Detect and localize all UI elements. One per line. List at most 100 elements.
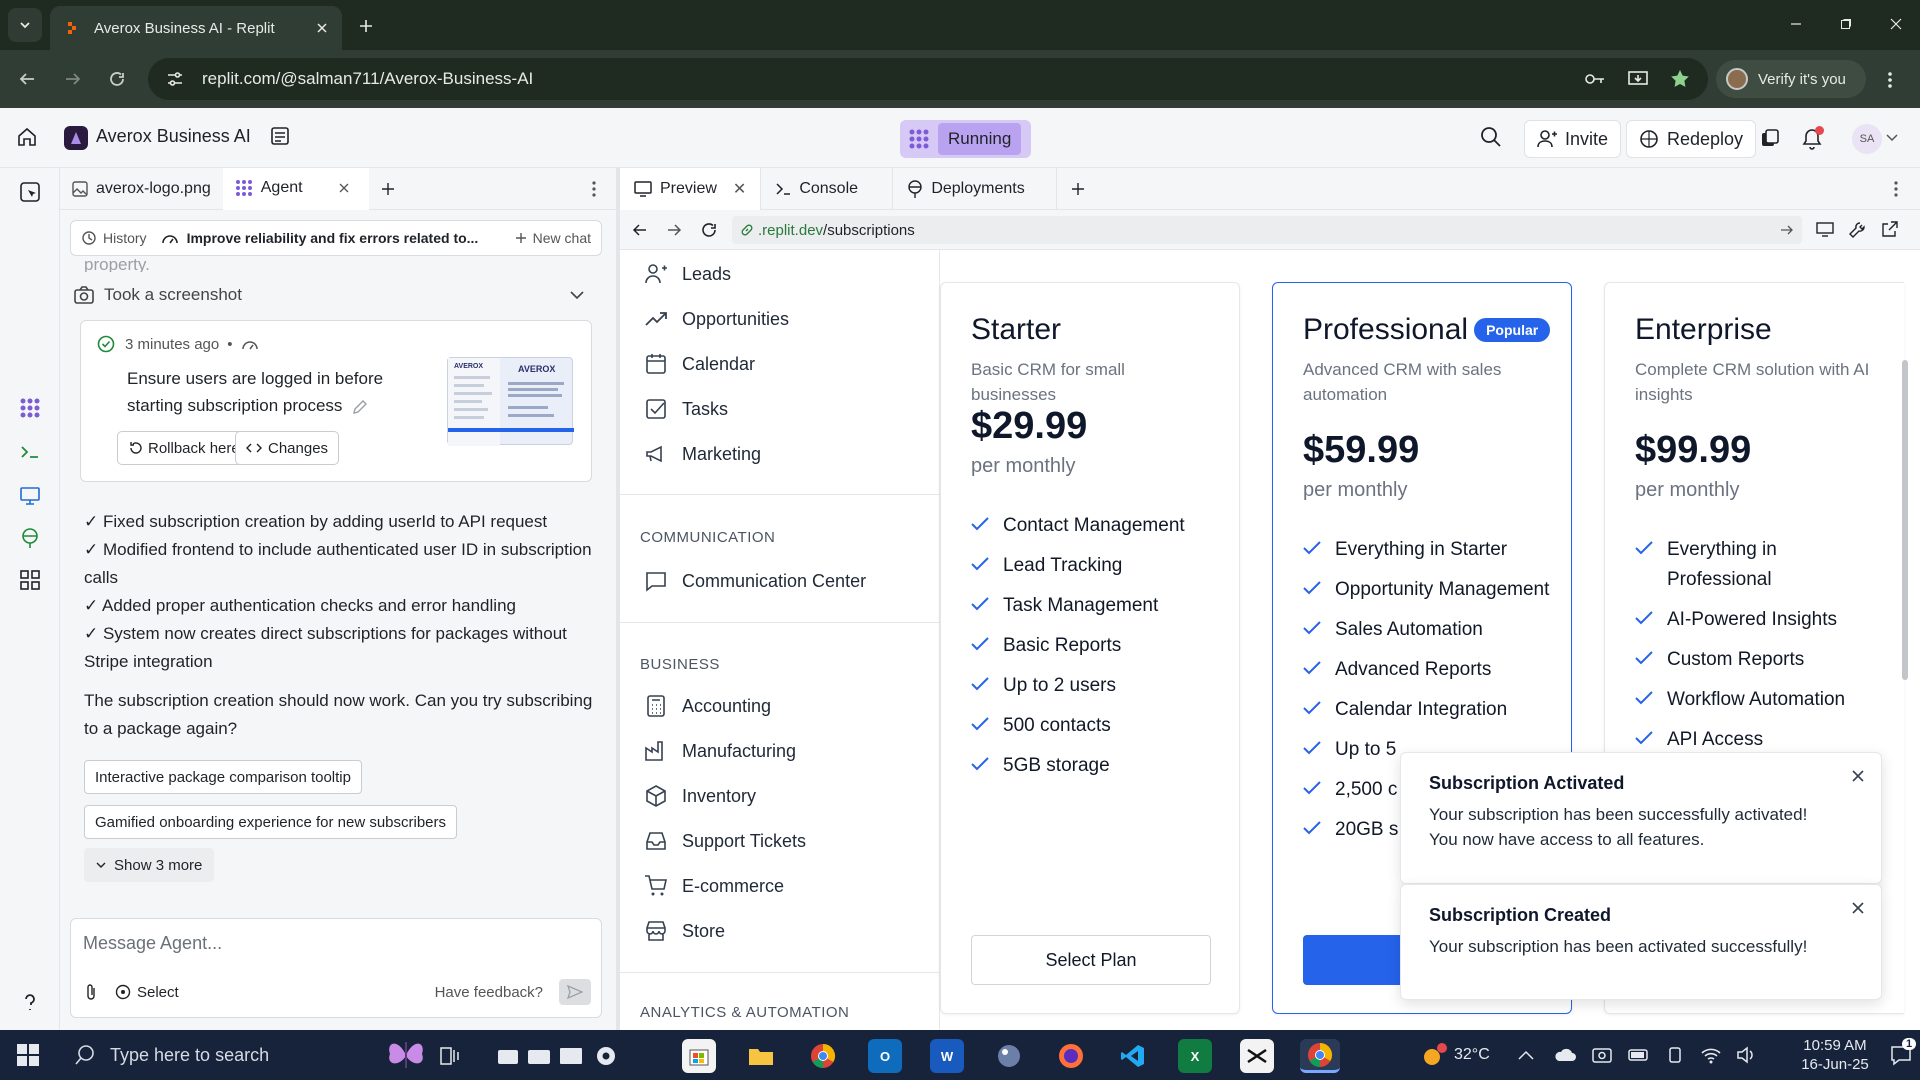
preview-tool[interactable]: [18, 484, 42, 508]
app-icon-sketch[interactable]: [992, 1039, 1026, 1073]
password-key-icon[interactable]: [1584, 71, 1606, 87]
tab-agent[interactable]: Agent: [222, 167, 369, 210]
install-app-icon[interactable]: [1628, 70, 1648, 88]
temperature[interactable]: 32°C: [1454, 1046, 1490, 1064]
screenshot-action[interactable]: Took a screenshot: [74, 280, 584, 310]
suggestion-chip[interactable]: Gamified onboarding experience for new s…: [84, 805, 458, 839]
suggestion-chip[interactable]: Interactive package comparison tooltip: [84, 760, 362, 794]
system-clock[interactable]: 10:59 AM 16-Jun-25: [1790, 1036, 1880, 1074]
nav-inventory[interactable]: Inventory: [644, 776, 756, 816]
nav-accounting[interactable]: Accounting: [644, 686, 771, 726]
nav-communication-center[interactable]: Communication Center: [644, 561, 866, 601]
forward-button[interactable]: [56, 62, 90, 96]
run-status-button[interactable]: Running: [900, 120, 1032, 158]
history-button[interactable]: History: [103, 230, 147, 246]
new-tab-button[interactable]: [352, 12, 380, 40]
capcut-app[interactable]: [1240, 1039, 1274, 1073]
reload-button[interactable]: [100, 62, 134, 96]
excel-app[interactable]: X: [1178, 1039, 1212, 1073]
search-button[interactable]: [1480, 126, 1502, 148]
deployments-tool[interactable]: [18, 526, 42, 550]
close-icon[interactable]: [316, 22, 328, 34]
nav-ecommerce[interactable]: E-commerce: [644, 866, 784, 906]
nav-manufacturing[interactable]: Manufacturing: [644, 731, 796, 771]
changes-button[interactable]: Changes: [235, 431, 340, 465]
bookmark-star-icon[interactable]: [1670, 69, 1690, 89]
screenshot-thumbnail[interactable]: AVEROX AVEROX: [447, 357, 574, 446]
preview-reload-button[interactable]: [700, 221, 718, 239]
browser-menu-button[interactable]: [1876, 66, 1904, 94]
file-tree-toggle[interactable]: [18, 180, 42, 204]
agent-tool[interactable]: [18, 396, 42, 420]
notifications-button[interactable]: [1802, 126, 1824, 150]
preview-forward-button[interactable]: [666, 222, 682, 238]
nav-opportunities[interactable]: Opportunities: [644, 299, 789, 339]
tab-preview[interactable]: Preview ✕: [620, 167, 762, 210]
tab-console[interactable]: Console: [761, 167, 894, 210]
tab-logo-file[interactable]: averox-logo.png: [60, 168, 223, 210]
close-icon[interactable]: [339, 183, 349, 193]
send-button[interactable]: [559, 979, 591, 1005]
preview-scrollbar[interactable]: [1902, 360, 1908, 680]
nav-leads[interactable]: Leads: [644, 254, 731, 294]
start-button[interactable]: [16, 1043, 40, 1067]
nav-calendar[interactable]: Calendar: [644, 344, 755, 384]
site-settings-icon[interactable]: [166, 70, 184, 88]
app-info-button[interactable]: [270, 126, 290, 146]
file-explorer-app[interactable]: [744, 1039, 778, 1073]
pane-menu-button[interactable]: [1880, 168, 1920, 210]
pane-menu-button[interactable]: [580, 168, 616, 210]
store-app[interactable]: [682, 1039, 716, 1073]
nav-support-tickets[interactable]: Support Tickets: [644, 821, 806, 861]
close-icon[interactable]: [1851, 901, 1865, 915]
close-icon[interactable]: ✕: [733, 179, 746, 199]
nav-tasks[interactable]: Tasks: [644, 389, 728, 429]
taskbar-search[interactable]: Type here to search: [60, 1030, 440, 1080]
open-new-tab-button[interactable]: [1882, 221, 1898, 237]
feedback-link[interactable]: Have feedback?: [435, 984, 543, 1001]
app-name[interactable]: Averox Business AI: [96, 126, 251, 147]
nav-marketing[interactable]: Marketing: [644, 434, 761, 474]
notification-center-button[interactable]: 1: [1890, 1038, 1917, 1066]
new-tab-button[interactable]: [1057, 168, 1107, 210]
address-bar[interactable]: replit.com/@salman711/Averox-Business-AI: [148, 58, 1708, 100]
paperclip-icon[interactable]: [83, 983, 99, 1001]
widgets-group[interactable]: [494, 1039, 624, 1073]
rollback-button[interactable]: Rollback here: [117, 431, 251, 465]
tab-search-button[interactable]: [8, 8, 42, 42]
verify-profile-button[interactable]: Verify it's you: [1716, 60, 1866, 98]
show-more-button[interactable]: Show 3 more: [84, 848, 215, 882]
devices-button[interactable]: [1816, 222, 1834, 238]
message-input[interactable]: Message Agent...: [83, 933, 222, 954]
task-view-button[interactable]: [432, 1039, 466, 1073]
user-avatar[interactable]: SA: [1852, 124, 1882, 154]
new-chat-button[interactable]: New chat: [533, 230, 591, 246]
invite-button[interactable]: Invite: [1524, 120, 1622, 158]
select-plan-button[interactable]: Select Plan: [971, 935, 1211, 985]
chrome-app-active[interactable]: [1300, 1039, 1340, 1073]
tab-deployments[interactable]: Deployments: [893, 167, 1058, 210]
thread-title[interactable]: Improve reliability and fix errors relat…: [187, 230, 515, 246]
preview-back-button[interactable]: [632, 222, 648, 238]
home-button[interactable]: [16, 126, 38, 148]
close-icon[interactable]: [1851, 769, 1865, 783]
vscode-app[interactable]: [1116, 1039, 1150, 1073]
console-tool[interactable]: [18, 440, 42, 464]
devtools-button[interactable]: [1848, 221, 1866, 239]
chrome-app[interactable]: [806, 1039, 840, 1073]
select-element-button[interactable]: Select: [137, 984, 179, 1001]
close-window-button[interactable]: [1866, 0, 1920, 48]
word-app[interactable]: W: [930, 1039, 964, 1073]
multiplayer-button[interactable]: [1760, 128, 1780, 148]
firefox-app[interactable]: [1054, 1039, 1088, 1073]
redeploy-button[interactable]: Redeploy: [1626, 120, 1757, 158]
back-button[interactable]: [10, 62, 44, 96]
new-tab-button[interactable]: [369, 168, 415, 210]
browser-tab[interactable]: Averox Business AI - Replit: [50, 6, 342, 50]
agent-composer[interactable]: Message Agent... Select Have feedback?: [70, 918, 602, 1018]
all-tools-button[interactable]: [18, 568, 42, 592]
account-menu-button[interactable]: [1886, 134, 1898, 142]
preview-url-input[interactable]: .replit.dev/subscriptions: [732, 216, 1802, 244]
nav-store[interactable]: Store: [644, 911, 725, 951]
outlook-app[interactable]: O: [868, 1039, 902, 1073]
